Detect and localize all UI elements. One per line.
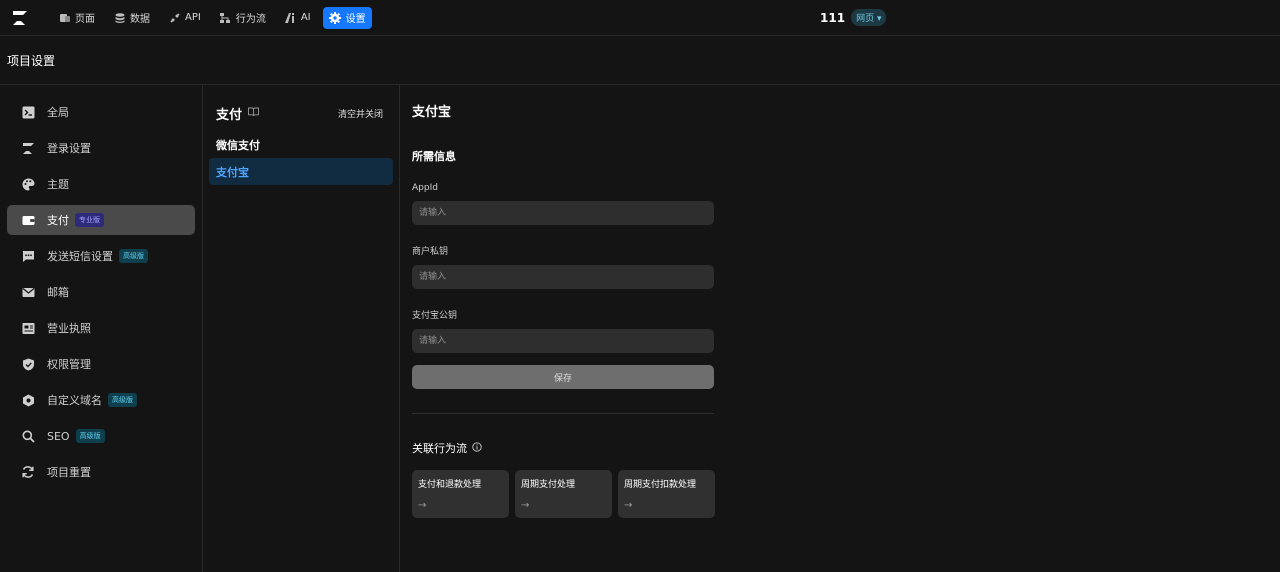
flow-card-label: 周期支付扣款处理 — [624, 480, 697, 490]
wallet-icon — [21, 213, 35, 227]
flow-card-label: 支付和退款处理 — [418, 480, 482, 490]
project-type-badge[interactable]: 网页 ▾ — [851, 9, 887, 26]
sidebar-item-sms[interactable]: 发送短信设置 高级版 — [7, 241, 195, 271]
sidebar-item-label: 全局 — [47, 106, 69, 119]
page-title: 项目设置 — [0, 36, 1280, 85]
sidebar-item-domain[interactable]: 自定义域名 高级版 — [7, 385, 195, 415]
nav-ai[interactable]: AI — [278, 7, 317, 29]
divider — [412, 413, 714, 414]
advanced-tag: 高级版 — [75, 429, 105, 443]
sidebar-item-label: 登录设置 — [47, 142, 91, 155]
sidebar-item-permissions[interactable]: 权限管理 — [7, 349, 195, 379]
save-button[interactable]: 保存 — [412, 365, 714, 389]
sidebar-item-label: SEO — [47, 429, 70, 443]
top-navigation-bar: 页面 数据 API 行为流 AI 设置 111 网页 ▾ — [0, 0, 1280, 36]
arrow-right-icon: → — [418, 500, 427, 511]
sidebar-item-payment[interactable]: 支付 专业版 — [7, 205, 195, 235]
database-icon — [113, 11, 126, 24]
mail-icon — [21, 285, 35, 299]
alipay-settings: 支付宝 所需信息 AppId 商户私钥 支付宝公钥 保存 关联行为流 支付和退款… — [400, 85, 1280, 572]
nav-settings-label: 设置 — [345, 14, 366, 25]
alipay-public-key-input[interactable] — [412, 329, 714, 353]
sidebar-item-label: 自定义域名 — [47, 394, 102, 407]
sidebar-item-label: 项目重置 — [47, 466, 91, 479]
sidebar-item-label: 发送短信设置 — [47, 250, 113, 263]
nav-api-label: API — [185, 12, 201, 23]
alipay-title: 支付宝 — [412, 105, 452, 120]
nav-ai-label: AI — [300, 12, 311, 23]
nav-settings[interactable]: 设置 — [322, 6, 372, 29]
related-flows-heading: 关联行为流 — [412, 440, 1280, 456]
appid-input[interactable] — [412, 201, 714, 225]
flow-card-recurring-payment[interactable]: 周期支付处理 → — [515, 470, 612, 518]
related-flows-list: 支付和退款处理 → 周期支付处理 → 周期支付扣款处理 → — [412, 470, 1280, 518]
sms-icon — [21, 249, 35, 263]
search-icon — [21, 429, 35, 443]
merchant-private-key-input[interactable] — [412, 265, 714, 289]
page-icon — [58, 11, 71, 24]
flow-card-label: 周期支付处理 — [521, 480, 576, 490]
sidebar-item-global[interactable]: 全局 — [7, 97, 195, 127]
sidebar-item-license[interactable]: 营业执照 — [7, 313, 195, 343]
api-icon — [168, 11, 181, 24]
sidebar-item-login[interactable]: 登录设置 — [7, 133, 195, 163]
payment-methods-panel: 支付 清空并关闭 微信支付 支付宝 — [203, 85, 400, 572]
settings-sidebar: 全局 登录设置 主题 支付 专业版 发送短信设置 高级版 邮箱 营业执照 权限管… — [0, 85, 203, 572]
nav-page-label: 页面 — [75, 14, 95, 25]
arrow-right-icon: → — [521, 500, 530, 511]
sidebar-item-label: 主题 — [47, 178, 69, 191]
flow-card-payment-refund[interactable]: 支付和退款处理 → — [412, 470, 509, 518]
sidebar-item-reset[interactable]: 项目重置 — [7, 457, 195, 487]
chevron-down-icon: ▾ — [876, 14, 882, 24]
sidebar-item-mail[interactable]: 邮箱 — [7, 277, 195, 307]
merchant-private-key-label: 商户私钥 — [412, 247, 449, 257]
payment-panel-title: 支付 — [216, 104, 259, 123]
palette-icon — [21, 177, 35, 191]
appid-label: AppId — [412, 183, 438, 193]
sidebar-item-label: 权限管理 — [47, 358, 91, 371]
project-switcher[interactable]: 111 网页 ▾ — [820, 9, 887, 26]
book-icon[interactable] — [248, 106, 259, 121]
ai-icon — [284, 11, 297, 24]
alipay-public-key-label: 支付宝公钥 — [412, 311, 458, 321]
license-icon — [21, 321, 35, 335]
sidebar-item-label: 支付 — [47, 214, 69, 227]
arrow-right-icon: → — [624, 500, 633, 511]
flow-icon — [219, 11, 232, 24]
project-name: 111 — [820, 10, 846, 25]
payment-method-alipay[interactable]: 支付宝 — [209, 158, 393, 185]
advanced-tag: 高级版 — [108, 393, 137, 407]
advanced-tag: 高级版 — [119, 249, 148, 263]
login-icon — [21, 141, 35, 155]
nav-flow-label: 行为流 — [235, 14, 266, 25]
sidebar-item-label: 邮箱 — [47, 286, 69, 299]
terminal-icon — [21, 105, 35, 119]
shield-icon — [21, 357, 35, 371]
nav-data-label: 数据 — [130, 14, 150, 25]
nav-page[interactable]: 页面 — [52, 7, 101, 29]
domain-icon — [21, 393, 35, 407]
payment-method-wechat[interactable]: 微信支付 — [209, 131, 393, 158]
clear-and-close-button[interactable]: 清空并关闭 — [338, 107, 383, 120]
pro-tag: 专业版 — [75, 213, 104, 227]
sidebar-item-label: 营业执照 — [47, 322, 91, 335]
info-icon[interactable] — [472, 441, 482, 455]
gear-icon — [329, 11, 342, 24]
sidebar-item-seo[interactable]: SEO 高级版 — [7, 421, 195, 451]
flow-card-recurring-deduction[interactable]: 周期支付扣款处理 → — [618, 470, 715, 518]
z-logo-icon[interactable] — [0, 0, 40, 36]
nav-api[interactable]: API — [162, 7, 207, 29]
reset-icon — [21, 465, 35, 479]
nav-data[interactable]: 数据 — [107, 7, 156, 29]
nav-flow[interactable]: 行为流 — [213, 7, 272, 29]
required-info-heading: 所需信息 — [412, 150, 456, 163]
sidebar-item-theme[interactable]: 主题 — [7, 169, 195, 199]
